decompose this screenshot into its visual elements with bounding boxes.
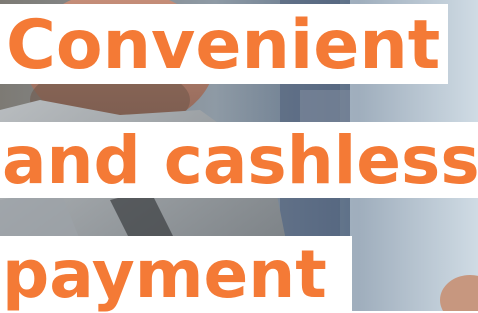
headline-line-2: and cashless	[2, 122, 478, 199]
headline-line-1-band: Convenient	[0, 4, 448, 84]
headline-line-1: Convenient	[6, 6, 441, 85]
headline-line-3-band: payment	[0, 236, 352, 311]
headline-line-2-band: and cashless	[0, 122, 478, 198]
headline-line-3: payment	[2, 236, 327, 313]
